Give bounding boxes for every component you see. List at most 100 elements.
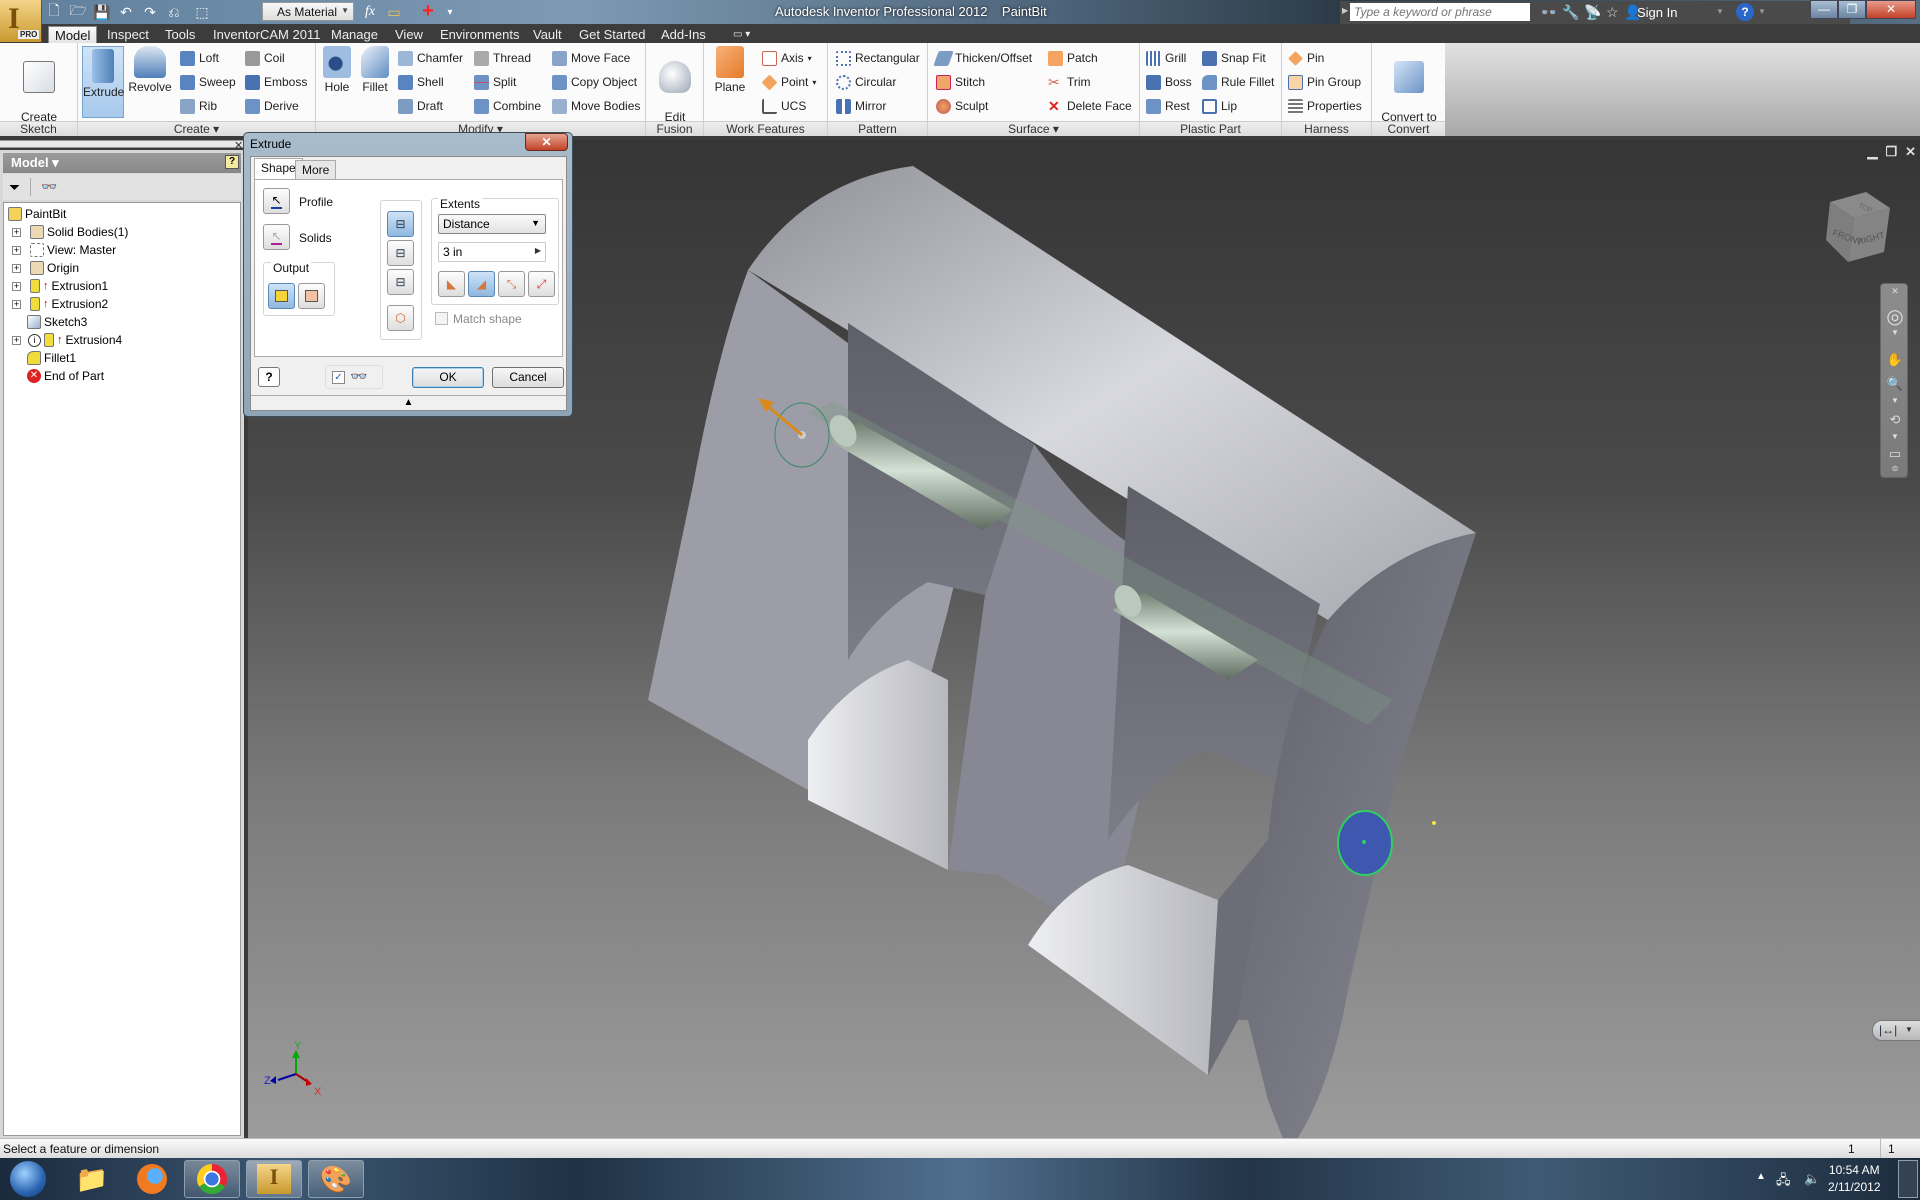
boss-button[interactable]: Boss (1146, 72, 1192, 92)
taskbar-chrome[interactable] (184, 1160, 240, 1198)
tree-item-extrusion4[interactable]: + i ↑ Extrusion4 (12, 331, 122, 349)
pin-group-button[interactable]: Pin Group (1288, 72, 1361, 92)
filter-icon[interactable]: ⏷ (9, 179, 20, 196)
minimize-button[interactable]: — (1810, 0, 1838, 19)
direction-2-button[interactable]: ◢ (468, 271, 495, 297)
sweep-button[interactable]: Sweep (180, 72, 236, 92)
solids-select-button[interactable]: ↖ (263, 224, 290, 250)
search-input[interactable] (1350, 3, 1530, 21)
show-desktop-button[interactable] (1898, 1160, 1918, 1198)
expand-dialog-toggle[interactable]: ▲ (251, 395, 566, 410)
copy-object-button[interactable]: Copy Object (552, 72, 637, 92)
emboss-button[interactable]: Emboss (245, 72, 307, 92)
rib-button[interactable]: Rib (180, 96, 217, 116)
match-shape-checkbox[interactable] (435, 312, 448, 325)
appearance-select[interactable]: As Material ▼ (262, 2, 354, 21)
chamfer-button[interactable]: Chamfer (398, 48, 463, 68)
revolve-button[interactable]: Revolve (128, 46, 172, 95)
tree-item-view-master[interactable]: + View: Master (12, 241, 116, 259)
combine-button[interactable]: Combine (474, 96, 541, 116)
distance-input[interactable]: 3 in ▶ (438, 242, 546, 262)
volume-icon[interactable]: 🔈 (1804, 1171, 1820, 1187)
expand-icon[interactable]: + (12, 281, 21, 291)
measure-icon[interactable]: ▭ (384, 3, 404, 21)
rectangular-pattern-button[interactable]: Rectangular (836, 48, 920, 68)
output-surface-button[interactable] (298, 283, 325, 309)
expand-icon[interactable]: + (12, 227, 21, 237)
cut-button[interactable]: ⊟ (387, 240, 414, 266)
trim-button[interactable]: ✂ Trim (1048, 72, 1091, 92)
dimension-type-icon[interactable]: |↔| (1879, 1023, 1897, 1037)
loft-button[interactable]: Loft (180, 48, 219, 68)
help-icon[interactable]: ? (225, 155, 239, 169)
save-icon[interactable]: 💾 (92, 3, 112, 21)
taskbar-explorer[interactable]: 📁 (64, 1160, 120, 1198)
tab-tools[interactable]: Tools (159, 26, 201, 43)
thicken-offset-button[interactable]: Thicken/Offset (933, 48, 1032, 68)
taskbar-paint[interactable]: 🎨 (308, 1160, 364, 1198)
tree-item-fillet1[interactable]: Fillet1 (27, 349, 76, 367)
taskbar-firefox[interactable] (124, 1160, 180, 1198)
mirror-button[interactable]: Mirror (836, 96, 886, 116)
new-solid-button[interactable]: ⬡ (387, 305, 414, 331)
tree-item-origin[interactable]: + Origin (12, 259, 79, 277)
expand-icon[interactable]: + (12, 245, 21, 255)
expand-icon[interactable]: + (12, 335, 21, 345)
tab-view[interactable]: View (389, 26, 429, 43)
move-face-button[interactable]: Move Face (552, 48, 630, 68)
dimension-grip[interactable] (1432, 821, 1436, 825)
restore-button[interactable]: ❐ (1838, 0, 1866, 19)
show-hidden-icons[interactable]: ▲ (1756, 1171, 1766, 1182)
add-icon[interactable]: + (418, 0, 438, 22)
tab-vault[interactable]: Vault (527, 26, 568, 43)
intersect-button[interactable]: ⊟ (387, 269, 414, 295)
grill-button[interactable]: Grill (1146, 48, 1186, 68)
chevron-down-icon[interactable]: ▼ (1905, 1025, 1913, 1034)
ok-button[interactable]: OK (412, 367, 484, 388)
redo-icon[interactable]: ↷ (140, 3, 160, 21)
coil-button[interactable]: Coil (245, 48, 285, 68)
tree-item-sketch3[interactable]: Sketch3 (27, 313, 87, 331)
derive-button[interactable]: Derive (245, 96, 299, 116)
move-bodies-button[interactable]: Move Bodies (552, 96, 640, 116)
new-icon[interactable]: 🗋 (44, 2, 64, 21)
join-button[interactable]: ⊟ (387, 211, 414, 237)
pin-button[interactable]: Pin (1288, 48, 1324, 68)
tab-get-started[interactable]: Get Started (573, 26, 651, 43)
point-button[interactable]: Point ▾ (761, 72, 816, 92)
start-button[interactable] (6, 1160, 50, 1198)
expand-icon[interactable]: + (12, 263, 21, 273)
circular-pattern-button[interactable]: Circular (836, 72, 896, 92)
close-button[interactable]: ✕ (1866, 0, 1916, 19)
network-icon[interactable]: 🖧 (1776, 1171, 1791, 1193)
shell-button[interactable]: Shell (398, 72, 444, 92)
sign-in-button[interactable]: Sign In (1637, 5, 1677, 20)
open-icon[interactable]: 🗁 (68, 2, 88, 21)
patch-button[interactable]: Patch (1048, 48, 1098, 68)
customize-icon[interactable]: ▾ (440, 3, 460, 21)
lip-button[interactable]: Lip (1202, 96, 1237, 116)
chevron-down-icon[interactable]: ▼ (1758, 7, 1766, 16)
tree-item-extrusion2[interactable]: + ↑ Extrusion2 (12, 295, 108, 313)
cancel-button[interactable]: Cancel (492, 367, 564, 388)
tab-more[interactable]: More (295, 160, 337, 179)
tab-inventorcam[interactable]: InventorCAM 2011 (207, 26, 326, 43)
rule-fillet-button[interactable]: Rule Fillet (1202, 72, 1274, 92)
clock[interactable]: 10:54 AM 2/11/2012 (1828, 1162, 1881, 1196)
tree-item-end-of-part[interactable]: ✕ End of Part (27, 367, 104, 385)
fillet-button[interactable]: Fillet (358, 46, 392, 95)
tree-item-extrusion1[interactable]: + ↑ Extrusion1 (12, 277, 108, 295)
expand-icon[interactable]: ▶ (1342, 6, 1348, 15)
delete-face-button[interactable]: ✕ Delete Face (1048, 96, 1132, 116)
flyout-arrow-icon[interactable]: ▶ (535, 246, 541, 255)
hole-button[interactable]: Hole (320, 46, 354, 95)
properties-button[interactable]: Properties (1288, 96, 1362, 116)
help-button[interactable]: ? (258, 367, 280, 387)
expand-icon[interactable]: + (12, 299, 21, 309)
help-icon[interactable]: ? (1736, 3, 1754, 21)
tab-model[interactable]: Model (48, 26, 98, 43)
select-icon[interactable]: ⬚ (192, 3, 212, 21)
taskbar-inventor[interactable]: I (246, 1160, 302, 1198)
tree-item-solid-bodies[interactable]: + Solid Bodies(1) (12, 223, 128, 241)
subscription-icon[interactable]: 📡 (1584, 4, 1601, 21)
